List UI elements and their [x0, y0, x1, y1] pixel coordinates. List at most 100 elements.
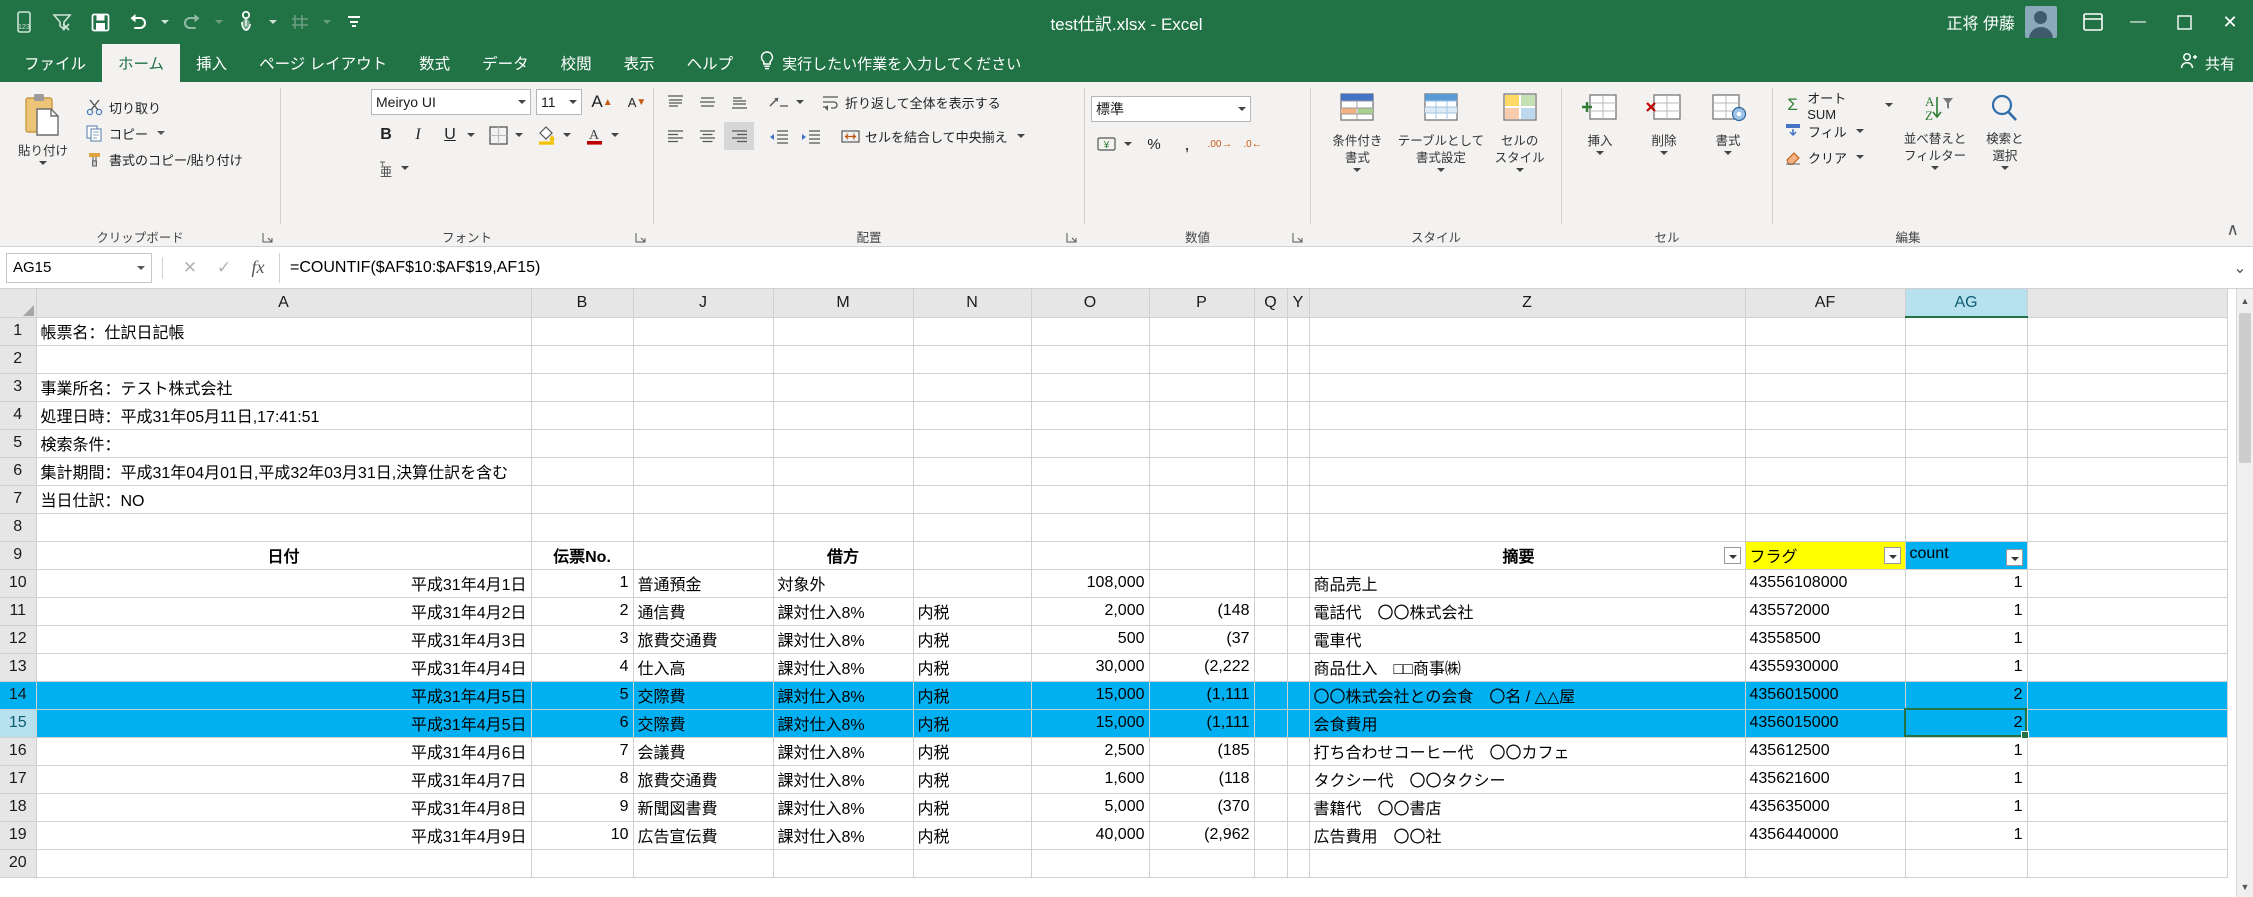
cell-AG16[interactable]: 1 [1905, 737, 2028, 766]
font-dialog-launcher[interactable] [635, 231, 647, 243]
vertical-scroll-thumb[interactable] [2239, 313, 2251, 463]
expand-formula-bar-icon[interactable]: ⌄ [2227, 258, 2253, 278]
column-header-AG[interactable]: AG [1905, 289, 2028, 318]
cell-Z18[interactable]: 書籍代 〇〇書店 [1309, 793, 1746, 822]
clipboard-dialog-launcher[interactable] [262, 231, 274, 243]
cell-B16[interactable]: 7 [531, 737, 634, 766]
cell-O20[interactable] [1031, 849, 1150, 878]
vertical-scrollbar[interactable]: ▲ ▼ [2236, 289, 2253, 897]
copy-button[interactable]: コピー [80, 120, 247, 146]
cell-J20[interactable] [633, 849, 774, 878]
cell-J16[interactable]: 会議費 [633, 737, 774, 766]
formula-input[interactable]: =COUNTIF($AF$10:$AF$19,AF15) [279, 252, 2227, 283]
cell-AF12[interactable]: 43558500 [1745, 625, 1906, 654]
row-header-7[interactable]: 7 [0, 485, 37, 514]
fill-color-button[interactable] [531, 121, 561, 149]
cell-B6[interactable] [531, 457, 634, 486]
cell-A9[interactable]: 日付 [36, 541, 532, 570]
merge-center-button[interactable]: セルを結合して中央揃え [836, 123, 1029, 149]
cell-M20[interactable] [773, 849, 914, 878]
cell-Q8[interactable] [1254, 513, 1288, 542]
phonetic-caret-icon[interactable] [401, 166, 409, 170]
name-box[interactable]: AG15 [6, 252, 152, 283]
cell-AG9[interactable]: count [1905, 541, 2028, 570]
column-header-J[interactable]: J [633, 289, 774, 318]
cell-A3[interactable]: 事業所名：テスト株式会社 [36, 373, 532, 402]
scroll-down-arrow-icon[interactable]: ▼ [2237, 877, 2253, 897]
cell-N12[interactable]: 内税 [913, 625, 1032, 654]
cell-J1[interactable] [633, 317, 774, 346]
cell-Q4[interactable] [1254, 401, 1288, 430]
row-header-2[interactable]: 2 [0, 345, 37, 374]
cell-P10[interactable] [1149, 569, 1255, 598]
tab-help[interactable]: ヘルプ [671, 44, 750, 82]
cell-Q13[interactable] [1254, 653, 1288, 682]
cell-P11[interactable]: (148 [1149, 597, 1255, 626]
align-bottom-button[interactable] [724, 88, 754, 116]
underline-caret-icon[interactable] [467, 133, 475, 137]
cell-Y7[interactable] [1287, 485, 1310, 514]
cell-M2[interactable] [773, 345, 914, 374]
cell-Q2[interactable] [1254, 345, 1288, 374]
format-caret-icon[interactable] [1724, 151, 1732, 156]
save-icon[interactable] [82, 5, 118, 39]
cell-B14[interactable]: 5 [531, 681, 634, 710]
cell-P9[interactable] [1149, 541, 1255, 570]
tab-formulas[interactable]: 数式 [403, 44, 466, 82]
quick-access-toolbar[interactable]: 123 [0, 5, 372, 39]
cell-Z6[interactable] [1309, 457, 1746, 486]
cell-A17[interactable]: 平成31年4月7日 [36, 765, 532, 794]
cell-M1[interactable] [773, 317, 914, 346]
cell-AF9[interactable]: フラグ [1745, 541, 1906, 570]
cell-N14[interactable]: 内税 [913, 681, 1032, 710]
tab-home[interactable]: ホーム [102, 44, 181, 82]
cell-Z4[interactable] [1309, 401, 1746, 430]
paste-caret-icon[interactable] [39, 161, 47, 166]
cell-Z20[interactable] [1309, 849, 1746, 878]
font-color-caret-icon[interactable] [611, 133, 619, 137]
cell-A8[interactable] [36, 513, 532, 542]
cell-Y19[interactable] [1287, 821, 1310, 850]
cell-AF17[interactable]: 435621600 [1745, 765, 1906, 794]
cell-O12[interactable]: 500 [1031, 625, 1150, 654]
cell-J12[interactable]: 旅費交通費 [633, 625, 774, 654]
comma-style-button[interactable]: , [1172, 130, 1202, 158]
cell-Q9[interactable] [1254, 541, 1288, 570]
cell-O9[interactable] [1031, 541, 1150, 570]
conditional-caret-icon[interactable] [1353, 167, 1362, 172]
cell-O14[interactable]: 15,000 [1031, 681, 1150, 710]
cell-P17[interactable]: (118 [1149, 765, 1255, 794]
sort-icon[interactable] [282, 5, 318, 39]
orientation-caret-icon[interactable] [796, 100, 804, 104]
name-box-caret-icon[interactable] [137, 265, 145, 270]
cell-A1[interactable]: 帳票名：仕訳日記帳 [36, 317, 532, 346]
conditional-formatting-button[interactable]: 条件付き 書式 [1317, 88, 1398, 172]
cell-M19[interactable]: 課対仕入8% [773, 821, 914, 850]
font-size-caret-icon[interactable] [569, 100, 577, 104]
avatar[interactable] [2025, 6, 2057, 38]
wrap-text-button[interactable]: 折り返して全体を表示する [816, 89, 1005, 115]
cell-AF4[interactable] [1745, 401, 1906, 430]
cell-O10[interactable]: 108,000 [1031, 569, 1150, 598]
cell-Z1[interactable] [1309, 317, 1746, 346]
cell-AF1[interactable] [1745, 317, 1906, 346]
cell-B20[interactable] [531, 849, 634, 878]
cell-B3[interactable] [531, 373, 634, 402]
cell-P8[interactable] [1149, 513, 1255, 542]
cell-J13[interactable]: 仕入高 [633, 653, 774, 682]
row-header-3[interactable]: 3 [0, 373, 37, 402]
find-select-caret-icon[interactable] [2000, 165, 2009, 170]
cell-J18[interactable]: 新聞図書費 [633, 793, 774, 822]
cell-Y20[interactable] [1287, 849, 1310, 878]
cell-P7[interactable] [1149, 485, 1255, 514]
row-header-19[interactable]: 19 [0, 821, 37, 850]
cell-Z15[interactable]: 会食費用 [1309, 709, 1746, 738]
row-header-11[interactable]: 11 [0, 597, 37, 626]
cell-AG11[interactable]: 1 [1905, 597, 2028, 626]
align-top-button[interactable] [660, 88, 690, 116]
cell-P3[interactable] [1149, 373, 1255, 402]
cell-styles-caret-icon[interactable] [1515, 167, 1524, 172]
copy-caret-icon[interactable] [157, 131, 166, 135]
redo-icon[interactable] [174, 5, 210, 39]
ribbon-display-options-icon[interactable] [2071, 0, 2115, 44]
